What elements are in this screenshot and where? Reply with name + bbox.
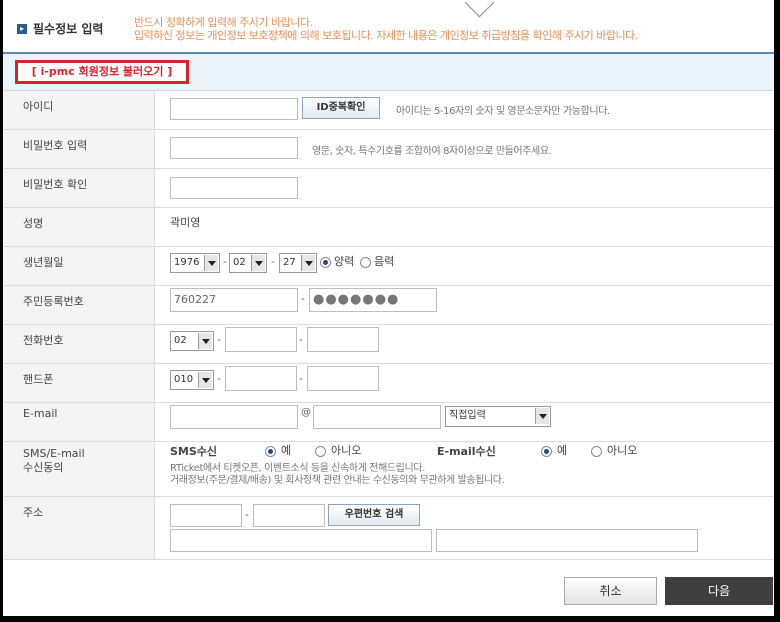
email-yes-label: 예 [557, 444, 568, 457]
zip-first-input[interactable] [170, 504, 242, 527]
zip-search-button[interactable]: 우편번호 검색 [328, 504, 420, 526]
cancel-button[interactable]: 취소 [564, 577, 657, 605]
section-bullet-icon: ▸ [17, 24, 27, 34]
email-yes-radio[interactable] [541, 446, 552, 457]
email-label: E-mail [23, 407, 58, 420]
load-member-info-button[interactable]: [ i-pmc 회원정보 불러오기 ] [15, 60, 189, 84]
sms-yes-label: 예 [281, 444, 292, 457]
birth-month-select[interactable]: 02 [229, 253, 267, 273]
lunar-label: 음력 [374, 255, 395, 268]
lunar-radio[interactable] [360, 257, 371, 268]
password-input[interactable] [170, 137, 298, 159]
sms-consent-label: SMS수신 [170, 445, 218, 458]
email-no-label: 아니오 [607, 444, 638, 457]
email-domain-input[interactable] [313, 405, 441, 429]
consent-label-line2: 수신동의 [23, 461, 64, 474]
ssn-back-input[interactable]: ●●●●●●● [309, 288, 437, 312]
phone-last-input[interactable] [307, 327, 379, 352]
name-row: 성명 곽미영 [3, 208, 774, 247]
dash: - [223, 255, 227, 268]
ssn-label: 주민등록번호 [23, 295, 84, 308]
at-sign: @ [301, 407, 311, 418]
id-row: 아이디 ID중복확인 아이디는 5-16자의 숫자 및 영문소문자만 가능합니다… [3, 91, 774, 130]
load-member-bar: [ i-pmc 회원정보 불러오기 ] [3, 54, 774, 91]
email-consent-label: E-mail수신 [437, 445, 496, 458]
dash: - [271, 255, 275, 268]
ssn-front-input[interactable]: 760227 [170, 288, 298, 312]
solar-radio[interactable] [320, 257, 331, 268]
password-confirm-input[interactable] [170, 177, 298, 199]
sms-no-radio[interactable] [315, 446, 326, 457]
mobile-row: 핸드폰 010 - - [3, 364, 774, 403]
sms-no-label: 아니오 [331, 444, 362, 457]
chevron-down-icon [535, 408, 549, 424]
dash: - [301, 292, 305, 305]
birth-row: 생년월일 1976 - 02 - 27 양력 음력 [3, 247, 774, 286]
zip-second-input[interactable] [253, 504, 325, 527]
sms-yes-radio[interactable] [265, 446, 276, 457]
section-title: 필수정보 입력 [33, 22, 104, 36]
mobile-last-input[interactable] [307, 366, 379, 391]
phone-middle-input[interactable] [225, 327, 297, 352]
address-main-input[interactable] [170, 529, 432, 552]
dash: - [217, 333, 221, 346]
birth-year-select[interactable]: 1976 [170, 253, 220, 273]
solar-label: 양력 [334, 255, 355, 268]
email-no-radio[interactable] [591, 446, 602, 457]
password-confirm-label: 비밀번호 확인 [23, 178, 88, 191]
phone-area-select[interactable]: 02 [170, 331, 214, 351]
consent-note-2: 거래정보(주문/결제/배송) 및 회사정책 관련 안내는 수신동의와 무관하게 … [170, 475, 505, 486]
next-button[interactable]: 다음 [665, 577, 773, 605]
address-detail-input[interactable] [436, 529, 698, 552]
signup-form-window: ▸ 필수정보 입력 반드시 정확하게 입력해 주시기 바랍니다. 입력하신 정보… [3, 0, 774, 616]
form-table: [ i-pmc 회원정보 불러오기 ] 아이디 ID중복확인 아이디는 5-16… [3, 54, 774, 560]
id-input[interactable] [170, 98, 298, 120]
chevron-down-icon [198, 372, 212, 388]
password-confirm-row: 비밀번호 확인 [3, 169, 774, 208]
chevron-down-icon [198, 333, 212, 349]
email-row: E-mail @ 직접입력 [3, 403, 774, 442]
dash: - [245, 508, 249, 521]
mobile-middle-input[interactable] [225, 366, 297, 391]
id-check-button[interactable]: ID중복확인 [302, 97, 380, 119]
password-hint: 영문, 숫자, 특수기호를 조합하여 8자이상으로 만들어주세요. [312, 146, 552, 157]
required-info-header: ▸ 필수정보 입력 반드시 정확하게 입력해 주시기 바랍니다. 입력하신 정보… [3, 0, 774, 52]
email-domain-select[interactable]: 직접입력 [445, 406, 551, 427]
name-label: 성명 [23, 217, 44, 230]
phone-row: 전화번호 02 - - [3, 325, 774, 364]
mobile-label: 핸드폰 [23, 373, 54, 386]
id-hint: 아이디는 5-16자의 숫자 및 영문소문자만 가능합니다. [396, 106, 610, 117]
ssn-row: 주민등록번호 760227 - ●●●●●●● [3, 286, 774, 325]
chevron-down-icon [301, 255, 315, 271]
birth-label: 생년월일 [23, 256, 64, 269]
id-label: 아이디 [23, 100, 54, 113]
email-local-input[interactable] [170, 405, 298, 429]
dash: - [217, 372, 221, 385]
address-label: 주소 [23, 506, 44, 519]
phone-label: 전화번호 [23, 334, 64, 347]
password-label: 비밀번호 입력 [23, 139, 88, 152]
dash: - [299, 372, 303, 385]
chevron-down-icon [251, 255, 265, 271]
birth-day-select[interactable]: 27 [279, 253, 317, 273]
mobile-prefix-select[interactable]: 010 [170, 370, 214, 390]
chevron-down-icon [204, 255, 218, 271]
name-value: 곽미영 [170, 216, 201, 229]
dash: - [299, 333, 303, 346]
consent-row: SMS/E-mail 수신동의 SMS수신 예 아니오 E-mail수신 예 아… [3, 442, 774, 497]
password-row: 비밀번호 입력 영문, 숫자, 특수기호를 조합하여 8자이상으로 만들어주세요… [3, 130, 774, 169]
notice-line-2: 입력하신 정보는 개인정보 보호정책에 의해 보호됩니다. 자세한 내용은 개인… [134, 29, 638, 42]
address-row: 주소 - 우편번호 검색 [3, 497, 774, 560]
